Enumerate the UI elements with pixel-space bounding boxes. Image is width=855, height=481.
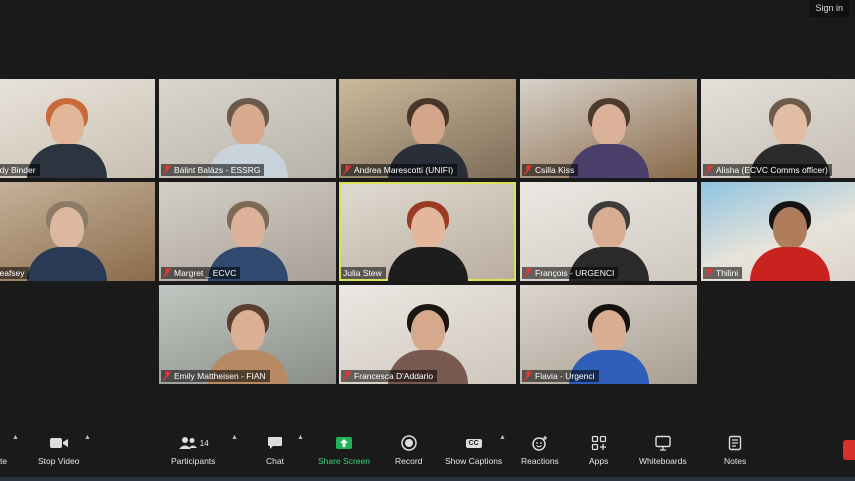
participant-name-label: François - URGENCI — [522, 267, 619, 279]
participant-name: Bálint Balázs - ESSRG — [174, 165, 261, 175]
record-label: Record — [395, 456, 423, 466]
participant-name: Andrea Marescotti (UNIFI) — [354, 165, 454, 175]
record-icon — [400, 434, 417, 452]
participant-video — [568, 86, 649, 178]
chat-label: Chat — [266, 456, 284, 466]
apps-label: Apps — [589, 456, 609, 466]
captions-options-caret[interactable]: ▲ — [499, 434, 506, 441]
video-tile[interactable]: Thilini — [701, 182, 855, 281]
participant-name: Francesca D'Addario — [354, 371, 434, 381]
notes-label: Notes — [724, 456, 747, 466]
mic-muted-icon — [162, 267, 172, 279]
participant-name-label: indy Binder — [0, 164, 40, 176]
video-gallery: indy Binder Bálint Balázs - ESSRG Andrea… — [0, 0, 855, 430]
video-tile[interactable]: indy Binder — [0, 79, 155, 178]
record-button[interactable]: Record — [395, 434, 422, 466]
stop-video-label: Stop Video — [38, 456, 80, 466]
video-tile[interactable]: Francesca D'Addario — [339, 285, 516, 384]
participant-name-label: Julia Stew — [341, 267, 386, 279]
participant-name: a Kneafsey — [0, 268, 25, 278]
video-tile[interactable]: Flavia - Urgenci — [520, 285, 697, 384]
video-tile[interactable]: Bálint Balázs - ESSRG — [159, 79, 336, 178]
notes-button[interactable]: Notes — [724, 434, 746, 466]
video-tile[interactable]: Csilla Kiss — [520, 79, 697, 178]
smiley-plus-icon — [531, 434, 549, 452]
mic-muted-icon — [342, 164, 352, 176]
participant-name-label: Bálint Balázs - ESSRG — [161, 164, 265, 176]
participant-name-label: Thilini — [703, 267, 743, 279]
chat-bubble-icon — [267, 434, 283, 452]
video-tile-active-speaker[interactable]: Julia Stew — [339, 182, 516, 281]
reactions-button[interactable]: Reactions — [521, 434, 559, 466]
participant-name: Emily Mattheisen - FIAN — [174, 371, 266, 381]
mic-muted-icon — [704, 164, 714, 176]
video-camera-icon — [49, 434, 69, 452]
participants-options-caret[interactable]: ▲ — [231, 434, 238, 441]
share-screen-label: Share Screen — [318, 456, 370, 466]
whiteboards-label: Whiteboards — [639, 456, 687, 466]
participant-video — [26, 189, 107, 281]
participant-video — [387, 189, 468, 281]
participant-name: Thilini — [716, 268, 739, 278]
participant-name-label: Andrea Marescotti (UNIFI) — [341, 164, 458, 176]
chat-button[interactable]: Chat — [266, 434, 284, 466]
participant-name: Alisha (ECVC Comms officer) — [716, 165, 828, 175]
participant-name: Flavia - Urgenci — [535, 371, 595, 381]
mute-options-caret[interactable]: ▲ — [12, 434, 19, 441]
participant-name: Csilla Kiss — [535, 165, 575, 175]
video-tile[interactable]: a Kneafsey — [0, 182, 155, 281]
participant-name-label: Emily Mattheisen - FIAN — [161, 370, 270, 382]
participant-name-label: Alisha (ECVC Comms officer) — [703, 164, 832, 176]
reactions-label: Reactions — [521, 456, 559, 466]
mic-muted-icon — [523, 164, 533, 176]
mic-muted-icon — [162, 164, 172, 176]
video-tile[interactable]: Alisha (ECVC Comms officer) — [701, 79, 855, 178]
meeting-toolbar: ▲ te Stop Video ▲ 14 Participants ▲ Chat… — [0, 430, 855, 481]
mic-muted-icon — [704, 267, 714, 279]
mute-label-partial[interactable]: te — [0, 456, 7, 466]
show-captions-button[interactable]: CC Show Captions — [445, 434, 502, 466]
stop-video-button[interactable]: Stop Video — [38, 434, 79, 466]
video-tile[interactable]: François - URGENCI — [520, 182, 697, 281]
participant-name: indy Binder — [0, 165, 36, 175]
mic-muted-icon — [523, 267, 533, 279]
participants-icon: 14 — [178, 434, 209, 452]
mic-muted-icon — [523, 370, 533, 382]
apps-icon — [591, 434, 607, 452]
mic-muted-icon — [342, 370, 352, 382]
os-taskbar — [0, 477, 855, 481]
participant-video — [749, 189, 830, 281]
video-tile[interactable]: Margret _ ECVC — [159, 182, 336, 281]
video-tile[interactable]: Andrea Marescotti (UNIFI) — [339, 79, 516, 178]
participant-name-label: Margret _ ECVC — [161, 267, 241, 279]
end-meeting-button[interactable] — [843, 440, 855, 460]
participant-name-label: Csilla Kiss — [522, 164, 579, 176]
participant-name: François - URGENCI — [535, 268, 615, 278]
share-screen-button[interactable]: Share Screen — [318, 434, 370, 466]
chat-options-caret[interactable]: ▲ — [297, 434, 304, 441]
participant-name: Margret _ ECVC — [174, 268, 237, 278]
show-captions-label: Show Captions — [445, 456, 503, 466]
apps-button[interactable]: Apps — [589, 434, 608, 466]
participant-name-label: Flavia - Urgenci — [522, 370, 599, 382]
video-tile[interactable]: Emily Mattheisen - FIAN — [159, 285, 336, 384]
whiteboard-icon — [654, 434, 672, 452]
share-screen-icon — [335, 434, 353, 452]
notes-icon — [728, 434, 742, 452]
participant-name-label: a Kneafsey — [0, 267, 29, 279]
participant-name: Julia Stew — [343, 268, 382, 278]
participant-name-label: Francesca D'Addario — [341, 370, 438, 382]
captions-icon: CC — [465, 434, 482, 452]
mic-muted-icon — [162, 370, 172, 382]
participants-count: 14 — [199, 438, 209, 448]
whiteboards-button[interactable]: Whiteboards — [639, 434, 687, 466]
video-options-caret[interactable]: ▲ — [84, 434, 91, 441]
participants-button[interactable]: 14 Participants — [171, 434, 215, 466]
participants-label: Participants — [171, 456, 216, 466]
